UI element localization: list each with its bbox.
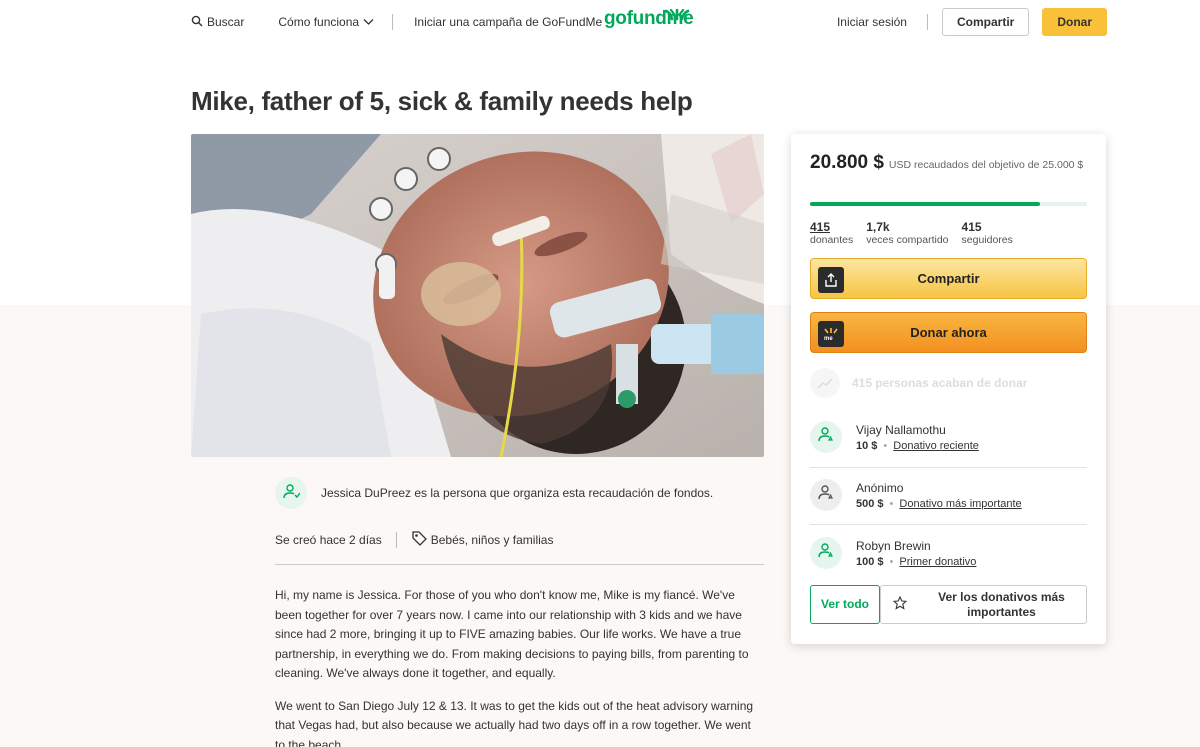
tag-icon — [411, 530, 427, 549]
donor-tag[interactable]: Donativo más importante — [899, 498, 1021, 510]
see-top-label: Ver los donativos más importantes — [938, 589, 1065, 619]
recent-activity-text: 415 personas acaban de donar — [852, 376, 1028, 390]
donor-tag[interactable]: Donativo reciente — [893, 440, 979, 452]
campaign-title: Mike, father of 5, sick & family needs h… — [191, 86, 693, 116]
organizer-row: Jessica DuPreez es la persona que organi… — [275, 477, 713, 509]
start-campaign-label: Iniciar una campaña de GoFundMe — [414, 15, 603, 29]
how-it-works-dropdown[interactable]: Cómo funciona — [278, 15, 374, 29]
nav-separator — [392, 14, 394, 30]
gofundme-sprout-icon: me — [818, 321, 844, 347]
share-button-label: Compartir — [917, 271, 980, 286]
chevron-down-icon — [363, 15, 374, 29]
how-it-works-label: Cómo funciona — [278, 15, 360, 29]
stat-value: 415 — [961, 220, 982, 234]
campaign-photo[interactable] — [191, 134, 764, 457]
sprout-icon — [662, 7, 692, 29]
story-paragraph: Hi, my name is Jessica. For those of you… — [275, 588, 749, 680]
donor-name: Vijay Nallamothu — [856, 422, 946, 437]
raised-amount: 20.800 $ — [810, 152, 884, 173]
donor-details: 10 $ • Donativo reciente — [856, 439, 979, 452]
donor-details: 500 $ • Donativo más importante — [856, 497, 1022, 510]
header-nav-right: Iniciar sesión Compartir Donar — [837, 8, 1107, 36]
stat-value: 415 — [810, 220, 831, 234]
donor-item: Vijay Nallamothu 10 $ • Donativo reciente — [810, 408, 1087, 466]
header-share-button[interactable]: Compartir — [941, 8, 1030, 36]
share-button[interactable]: Compartir — [810, 258, 1087, 299]
header-donate-button[interactable]: Donar — [1042, 8, 1107, 36]
story-paragraph: We went to San Diego July 12 & 13. It wa… — [275, 698, 754, 747]
stat-value: 1,7k — [866, 220, 890, 234]
donation-card: 20.800 $ USD recaudados del objetivo de … — [791, 134, 1106, 644]
stat-label: seguidores — [961, 234, 1013, 246]
meta-separator — [395, 531, 397, 548]
donor-amount: 500 $ — [856, 497, 884, 510]
donor-amount: 100 $ — [856, 555, 884, 568]
user-heart-icon — [817, 426, 835, 449]
created-text: Se creó hace 2 días — [275, 532, 382, 547]
search-link[interactable]: Buscar — [191, 15, 244, 30]
donor-avatar — [810, 537, 842, 569]
header-nav-left: Buscar Cómo funciona Iniciar una campaña… — [191, 14, 602, 30]
stat-followers: 415 seguidores — [962, 220, 1013, 246]
user-heart-icon — [817, 542, 835, 565]
donate-now-label: Donar ahora — [910, 325, 987, 340]
progress-fill — [810, 202, 1041, 206]
search-label: Buscar — [207, 15, 245, 29]
donor-details: 100 $ • Primer donativo — [856, 555, 977, 568]
donor-avatar — [810, 479, 842, 511]
share-icon — [818, 267, 844, 293]
star-icon — [892, 595, 908, 614]
raised-text: USD recaudados del objetivo de 25.000 $ — [888, 159, 1084, 171]
stat-label: donantes — [810, 234, 854, 246]
stat-label: veces compartido — [866, 234, 949, 246]
sign-in-link[interactable]: Iniciar sesión — [837, 15, 907, 29]
campaign-meta: Se creó hace 2 días Bebés, niños y famil… — [275, 530, 553, 549]
user-heart-icon — [817, 484, 835, 507]
donor-amount: 10 $ — [856, 439, 878, 452]
amount-raised: 20.800 $ USD recaudados del objetivo de … — [810, 152, 1090, 174]
gofundme-logo[interactable]: gofundme — [604, 7, 694, 30]
donor-item: Anónimo 500 $ • Donativo más importante — [810, 466, 1087, 524]
svg-text:me: me — [824, 336, 833, 342]
stat-donors[interactable]: 415 donantes — [810, 220, 853, 246]
see-all-button[interactable]: Ver todo — [810, 585, 880, 624]
category-link[interactable]: Bebés, niños y familias — [431, 533, 554, 547]
campaign-stats: 415 donantes 1,7k veces compartido 415 s… — [810, 220, 1013, 246]
content-divider — [275, 564, 764, 565]
organizer-text: Jessica DuPreez es la persona que organi… — [321, 486, 714, 500]
donor-name: Robyn Brewin — [856, 538, 931, 553]
trending-icon — [810, 368, 840, 398]
donate-now-button[interactable]: me Donar ahora — [810, 312, 1087, 353]
see-top-donations-button[interactable]: Ver los donativos más importantes — [880, 585, 1087, 624]
progress-bar — [810, 202, 1087, 206]
donor-avatar — [810, 421, 842, 453]
donor-tag[interactable]: Primer donativo — [899, 556, 976, 568]
donor-name: Anónimo — [856, 480, 904, 495]
donor-item: Robyn Brewin 100 $ • Primer donativo — [810, 524, 1087, 582]
start-campaign-link[interactable]: Iniciar una campaña de GoFundMe — [414, 15, 602, 29]
recent-activity: 415 personas acaban de donar — [810, 368, 1027, 398]
campaign-story: Hi, my name is Jessica. For those of you… — [275, 586, 764, 747]
nav-separator — [926, 14, 928, 30]
search-icon — [191, 15, 203, 30]
user-heart-icon — [282, 483, 301, 504]
organizer-avatar — [275, 477, 307, 509]
stat-shares: 1,7k veces compartido — [866, 220, 948, 246]
